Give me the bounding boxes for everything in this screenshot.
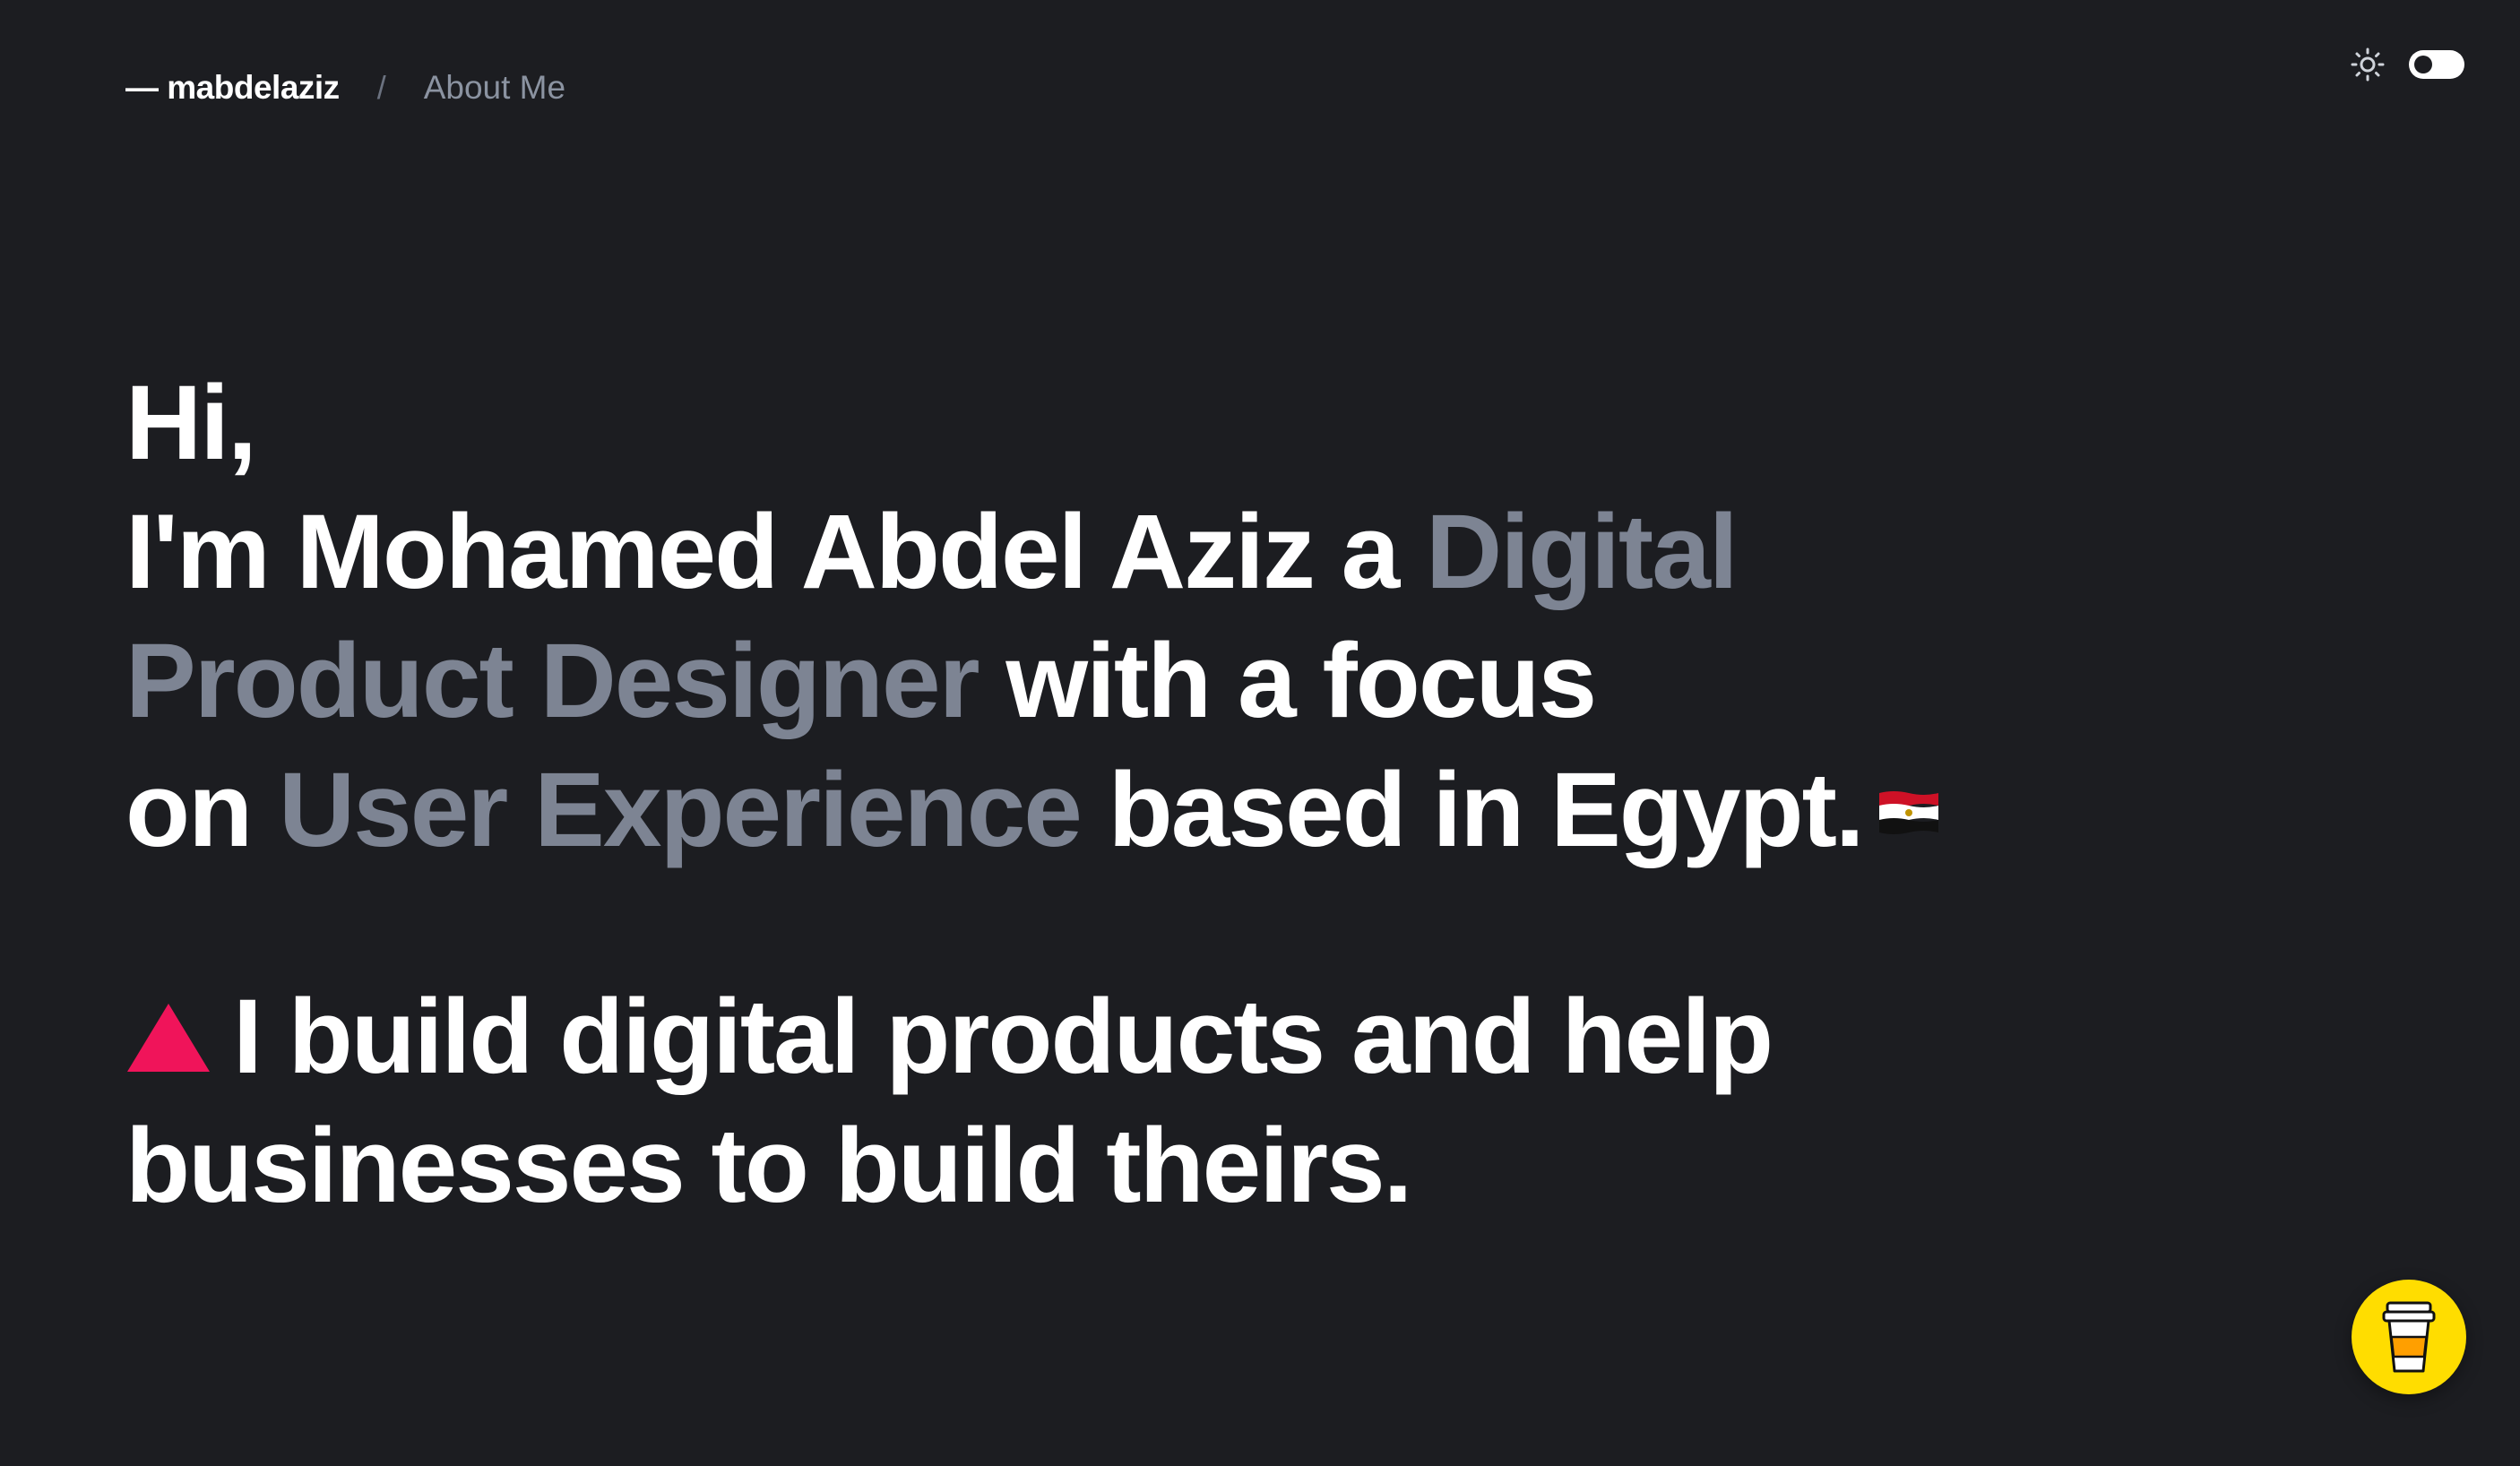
on-text: on — [125, 751, 279, 869]
egypt-flag-icon — [1878, 790, 1938, 834]
hero-line-4: on User Experience based in Egypt. — [125, 746, 2097, 875]
tagline-line-1: I build digital products and help — [125, 972, 2097, 1101]
hero-heading: Hi, I'm Mohamed Abdel Aziz a Digital Pro… — [125, 358, 2097, 875]
greeting-text: Hi, — [125, 364, 257, 482]
location-text: based in Egypt. — [1080, 751, 1865, 869]
tagline-text-2: businesses to build theirs. — [125, 1107, 1412, 1225]
hero-line-3: Product Designer with a focus — [125, 617, 2097, 746]
brand-link[interactable]: — mabdelaziz — [125, 69, 340, 107]
breadcrumb: — mabdelaziz / About Me — [125, 63, 565, 113]
breadcrumb-current: About Me — [423, 69, 566, 106]
tagline-line-2: businesses to build theirs. — [125, 1101, 2097, 1230]
triangle-icon — [127, 1003, 210, 1072]
page: — mabdelaziz / About Me Hi, I'm Mohamed … — [0, 0, 2520, 1466]
focus-text: with a focus — [978, 622, 1597, 740]
buy-coffee-button[interactable] — [2352, 1280, 2466, 1394]
intro-text: I'm Mohamed Abdel Aziz a — [125, 493, 1427, 611]
hero-line-1: Hi, — [125, 358, 2097, 487]
tagline-text-1: I build digital products and help — [233, 978, 1773, 1096]
theme-toggle-knob — [2414, 56, 2432, 73]
role-text-part-2: Product Designer — [125, 622, 980, 740]
theme-controls — [2350, 47, 2464, 82]
breadcrumb-separator: / — [376, 69, 386, 106]
tagline: I build digital products and help busine… — [125, 972, 2097, 1230]
coffee-cup-icon — [2382, 1301, 2436, 1373]
hero-line-2: I'm Mohamed Abdel Aziz a Digital — [125, 487, 2097, 617]
theme-toggle[interactable] — [2409, 50, 2464, 79]
role-text-part-1: Digital — [1426, 493, 1739, 611]
focus-area-text: User Experience — [278, 751, 1083, 869]
sun-icon[interactable] — [2350, 47, 2386, 82]
